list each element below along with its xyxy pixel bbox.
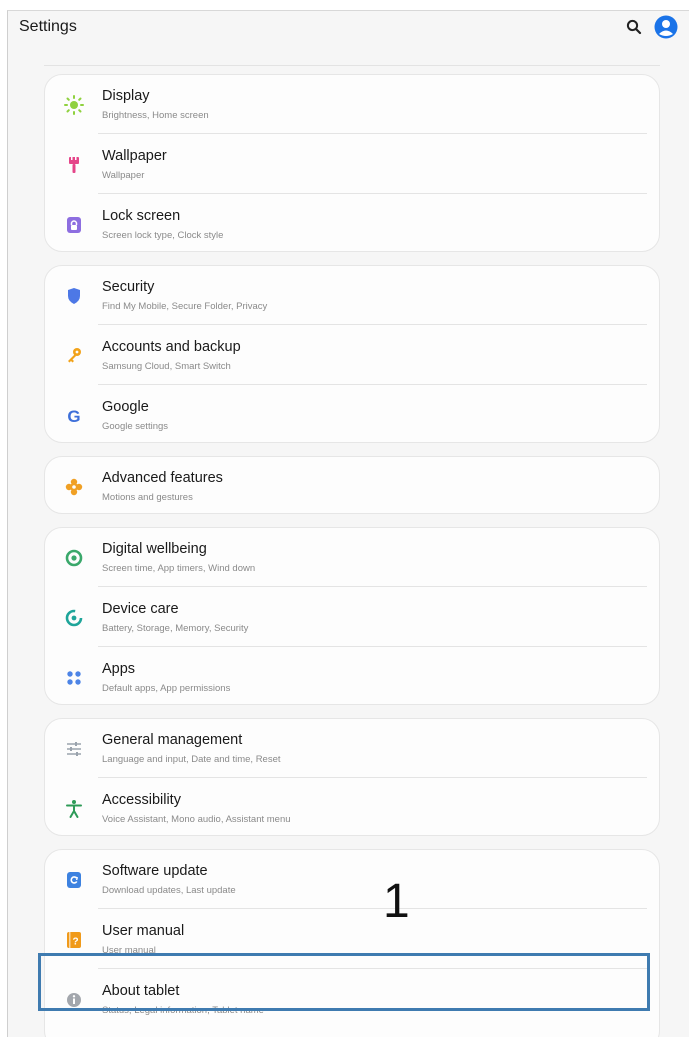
device-care-icon: [62, 606, 86, 630]
info-icon: [62, 988, 86, 1012]
settings-item-lock-screen[interactable]: Lock screen Screen lock type, Clock styl…: [45, 195, 659, 255]
item-subtitle: Wallpaper: [102, 170, 145, 181]
item-label: Apps: [102, 661, 136, 677]
item-label: Accessibility: [102, 792, 181, 808]
previous-group-edge: [44, 55, 660, 66]
item-subtitle: Voice Assistant, Mono audio, Assistant m…: [102, 814, 291, 825]
settings-item-general-management[interactable]: General management Language and input, D…: [45, 719, 659, 779]
settings-item-security[interactable]: Security Find My Mobile, Secure Folder, …: [45, 266, 659, 326]
item-label: Software update: [102, 863, 208, 879]
item-subtitle: Screen time, App timers, Wind down: [102, 563, 256, 574]
settings-item-advanced-features[interactable]: Advanced features Motions and gestures: [45, 457, 659, 517]
settings-group-support: Software update Download updates, Last u…: [44, 849, 660, 1037]
settings-item-device-care[interactable]: Device care Battery, Storage, Memory, Se…: [45, 588, 659, 648]
item-subtitle: User manual: [102, 945, 156, 956]
item-subtitle: Samsung Cloud, Smart Switch: [102, 361, 231, 372]
item-subtitle: Google settings: [102, 421, 169, 432]
divider: [98, 384, 647, 385]
svg-text:?: ?: [72, 937, 78, 948]
item-label: Advanced features: [102, 470, 223, 486]
settings-item-user-manual[interactable]: ? User manual User manual: [45, 910, 659, 970]
item-subtitle: Default apps, App permissions: [102, 683, 231, 694]
settings-item-apps[interactable]: Apps Default apps, App permissions: [45, 648, 659, 708]
svg-text:G: G: [67, 407, 80, 426]
divider: [98, 646, 647, 647]
divider: [98, 968, 647, 969]
settings-group-management: General management Language and input, D…: [44, 718, 660, 836]
item-label: Lock screen: [102, 208, 181, 224]
item-label: About tablet: [102, 983, 180, 999]
settings-item-software-update[interactable]: Software update Download updates, Last u…: [45, 850, 659, 910]
divider: [98, 777, 647, 778]
wellbeing-icon: [62, 546, 86, 570]
item-label: Google: [102, 399, 149, 415]
item-subtitle: Brightness, Home screen: [102, 110, 209, 121]
item-subtitle: Find My Mobile, Secure Folder, Privacy: [102, 301, 268, 312]
settings-group-display: Display Brightness, Home screen Wallpape…: [44, 74, 660, 252]
key-icon: [62, 344, 86, 368]
item-subtitle: Screen lock type, Clock style: [102, 230, 224, 241]
item-subtitle: Status, Legal information, Tablet name: [102, 1005, 264, 1016]
divider: [98, 586, 647, 587]
divider: [98, 908, 647, 909]
settings-item-digital-wellbeing[interactable]: Digital wellbeing Screen time, App timer…: [45, 528, 659, 588]
settings-item-about-tablet[interactable]: About tablet Status, Legal information, …: [45, 970, 659, 1030]
item-label: Device care: [102, 601, 179, 617]
gear-flower-icon: [62, 475, 86, 499]
item-label: Display: [102, 88, 150, 104]
item-subtitle: Download updates, Last update: [102, 885, 236, 896]
page-title: Settings: [19, 18, 77, 35]
item-label: Accounts and backup: [102, 339, 241, 355]
update-icon: [62, 868, 86, 892]
item-label: General management: [102, 732, 243, 748]
sliders-icon: [62, 737, 86, 761]
item-subtitle: Motions and gestures: [102, 492, 193, 503]
settings-item-accounts-backup[interactable]: Accounts and backup Samsung Cloud, Smart…: [45, 326, 659, 386]
item-label: Wallpaper: [102, 148, 167, 164]
google-icon: G: [62, 404, 86, 428]
settings-item-display[interactable]: Display Brightness, Home screen: [45, 75, 659, 135]
settings-group-wellbeing: Digital wellbeing Screen time, App timer…: [44, 527, 660, 705]
accessibility-icon: [62, 797, 86, 821]
settings-item-wallpaper[interactable]: Wallpaper Wallpaper: [45, 135, 659, 195]
item-label: Security: [102, 279, 155, 295]
shield-icon: [62, 284, 86, 308]
search-icon[interactable]: [625, 18, 643, 36]
divider: [98, 133, 647, 134]
item-subtitle: Battery, Storage, Memory, Security: [102, 623, 249, 634]
top-bar: Settings: [8, 11, 689, 45]
brush-icon: [62, 153, 86, 177]
lock-icon: [62, 213, 86, 237]
item-label: Digital wellbeing: [102, 541, 207, 557]
item-subtitle: Language and input, Date and time, Reset: [102, 754, 281, 765]
item-label: User manual: [102, 923, 185, 939]
divider: [98, 324, 647, 325]
step-number-annotation: 1: [383, 875, 410, 928]
apps-grid-icon: [62, 666, 86, 690]
settings-group-security: Security Find My Mobile, Secure Folder, …: [44, 265, 660, 443]
sun-icon: [62, 93, 86, 117]
settings-group-advanced: Advanced features Motions and gestures: [44, 456, 660, 514]
settings-item-google[interactable]: G Google Google settings: [45, 386, 659, 446]
divider: [98, 193, 647, 194]
account-icon[interactable]: [654, 15, 678, 39]
settings-window: Settings Display Brightness, Home screen…: [7, 10, 689, 1037]
settings-item-accessibility[interactable]: Accessibility Voice Assistant, Mono audi…: [45, 779, 659, 839]
manual-icon: ?: [62, 928, 86, 952]
